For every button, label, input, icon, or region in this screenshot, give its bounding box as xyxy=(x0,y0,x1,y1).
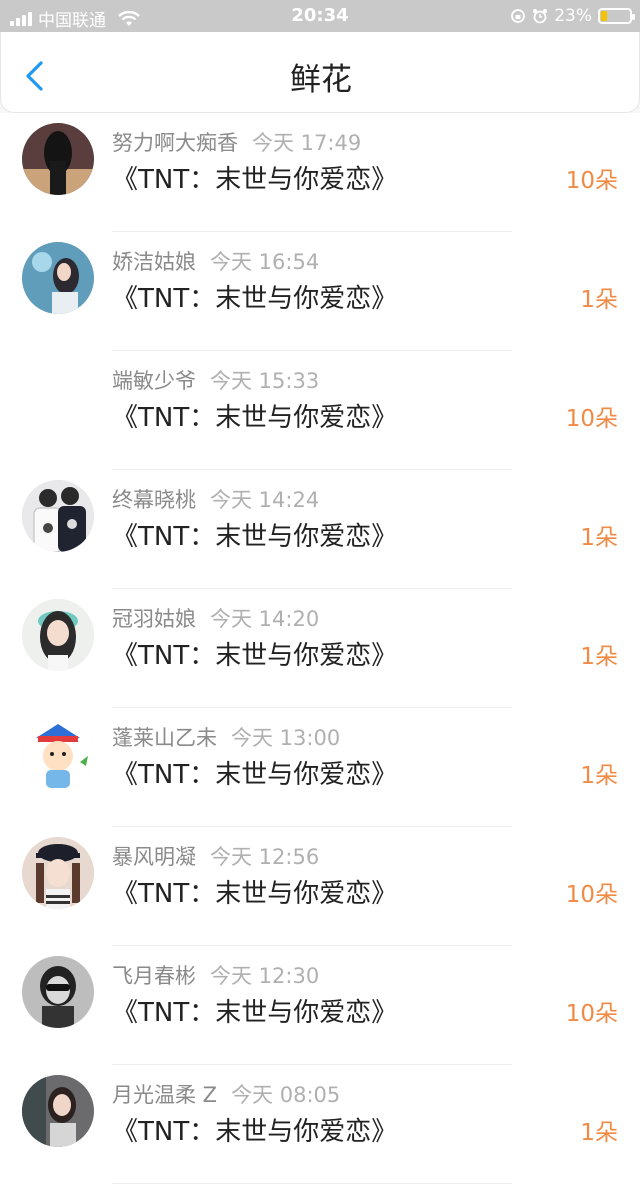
user-name[interactable]: 暴风明凝 xyxy=(112,845,196,869)
timestamp: 今天 13:00 xyxy=(231,726,341,750)
user-name-line: 努力啊大痴香 今天 17:49 xyxy=(112,127,361,157)
user-name-line: 娇洁姑娘 今天 16:54 xyxy=(112,246,319,276)
book-title: 《TNT：末世与你爱恋》 xyxy=(112,284,398,314)
user-name[interactable]: 努力啊大痴香 xyxy=(112,131,238,155)
avatar[interactable] xyxy=(22,361,94,433)
flower-count: 10朵 xyxy=(565,882,618,908)
flower-count: 1朵 xyxy=(580,763,618,789)
timestamp: 今天 16:54 xyxy=(210,250,320,274)
list-item[interactable]: 端敏少爷 今天 15:33 《TNT：末世与你爱恋》 10朵 xyxy=(0,351,640,470)
timestamp: 今天 17:49 xyxy=(252,131,362,155)
avatar[interactable] xyxy=(22,837,94,909)
list-item[interactable]: 蓬莱山乙未 今天 13:00 《TNT：末世与你爱恋》 1朵 xyxy=(0,708,640,827)
avatar[interactable] xyxy=(22,242,94,314)
flower-count: 10朵 xyxy=(565,168,618,194)
timestamp: 今天 08:05 xyxy=(231,1083,341,1107)
list-item[interactable]: 终幕晓桃 今天 14:24 《TNT：末世与你爱恋》 1朵 xyxy=(0,470,640,589)
list-item[interactable]: 月光温柔 Z 今天 08:05 《TNT：末世与你爱恋》 1朵 xyxy=(0,1065,640,1184)
avatar[interactable] xyxy=(22,599,94,671)
flower-count: 10朵 xyxy=(565,406,618,432)
rotation-lock-icon xyxy=(511,9,526,23)
user-name-line: 暴风明凝 今天 12:56 xyxy=(112,841,319,871)
list-item[interactable]: 冠羽姑娘 今天 14:20 《TNT：末世与你爱恋》 1朵 xyxy=(0,589,640,708)
timestamp: 今天 14:24 xyxy=(210,488,320,512)
user-name[interactable]: 终幕晓桃 xyxy=(112,488,196,512)
user-name-line: 飞月春彬 今天 12:30 xyxy=(112,960,319,990)
user-name-line: 月光温柔 Z 今天 08:05 xyxy=(112,1079,340,1109)
flower-count: 10朵 xyxy=(565,1001,618,1027)
battery-fill xyxy=(601,11,607,21)
user-name-line: 端敏少爷 今天 15:33 xyxy=(112,365,319,395)
flower-count: 1朵 xyxy=(580,1120,618,1146)
book-title: 《TNT：末世与你爱恋》 xyxy=(112,998,398,1028)
flower-count: 1朵 xyxy=(580,525,618,551)
user-name[interactable]: 月光温柔 Z xyxy=(112,1083,217,1107)
avatar[interactable] xyxy=(22,718,94,790)
list-item[interactable]: 飞月春彬 今天 12:30 《TNT：末世与你爱恋》 10朵 xyxy=(0,946,640,1065)
book-title: 《TNT：末世与你爱恋》 xyxy=(112,879,398,909)
book-title: 《TNT：末世与你爱恋》 xyxy=(112,1117,398,1147)
user-name-line: 冠羽姑娘 今天 14:20 xyxy=(112,603,319,633)
user-name[interactable]: 冠羽姑娘 xyxy=(112,607,196,631)
timestamp: 今天 14:20 xyxy=(210,607,320,631)
user-name[interactable]: 娇洁姑娘 xyxy=(112,250,196,274)
avatar[interactable] xyxy=(22,956,94,1028)
battery-icon xyxy=(598,8,635,24)
user-name[interactable]: 端敏少爷 xyxy=(112,369,196,393)
page-title: 鲜花 xyxy=(290,62,352,98)
user-name[interactable]: 飞月春彬 xyxy=(112,964,196,988)
user-name-line: 蓬莱山乙未 今天 13:00 xyxy=(112,722,340,752)
avatar[interactable] xyxy=(22,123,94,195)
flower-count: 1朵 xyxy=(580,644,618,670)
flower-record-list: 努力啊大痴香 今天 17:49 《TNT：末世与你爱恋》 10朵 娇洁姑娘 今天 16:5… xyxy=(0,113,640,1184)
status-bar: 中国联通 20:34 23% xyxy=(0,0,640,32)
book-title: 《TNT：末世与你爱恋》 xyxy=(112,165,398,195)
book-title: 《TNT：末世与你爱恋》 xyxy=(112,403,398,433)
timestamp: 今天 15:33 xyxy=(210,369,320,393)
battery-percent: 23% xyxy=(554,6,592,26)
list-item[interactable]: 娇洁姑娘 今天 16:54 《TNT：末世与你爱恋》 1朵 xyxy=(0,232,640,351)
timestamp: 今天 12:30 xyxy=(210,964,320,988)
status-right: 23% xyxy=(510,6,635,26)
avatar[interactable] xyxy=(22,1075,94,1147)
book-title: 《TNT：末世与你爱恋》 xyxy=(112,641,398,671)
flower-count: 1朵 xyxy=(580,287,618,313)
book-title: 《TNT：末世与你爱恋》 xyxy=(112,760,398,790)
user-name[interactable]: 蓬莱山乙未 xyxy=(112,726,217,750)
nav-bar: 鲜花 xyxy=(0,32,640,113)
alarm-icon xyxy=(533,9,548,24)
user-name-line: 终幕晓桃 今天 14:24 xyxy=(112,484,319,514)
list-item[interactable]: 努力啊大痴香 今天 17:49 《TNT：末世与你爱恋》 10朵 xyxy=(0,113,640,232)
book-title: 《TNT：末世与你爱恋》 xyxy=(112,522,398,552)
list-item[interactable]: 暴风明凝 今天 12:56 《TNT：末世与你爱恋》 10朵 xyxy=(0,827,640,946)
avatar[interactable] xyxy=(22,480,94,552)
timestamp: 今天 12:56 xyxy=(210,845,320,869)
